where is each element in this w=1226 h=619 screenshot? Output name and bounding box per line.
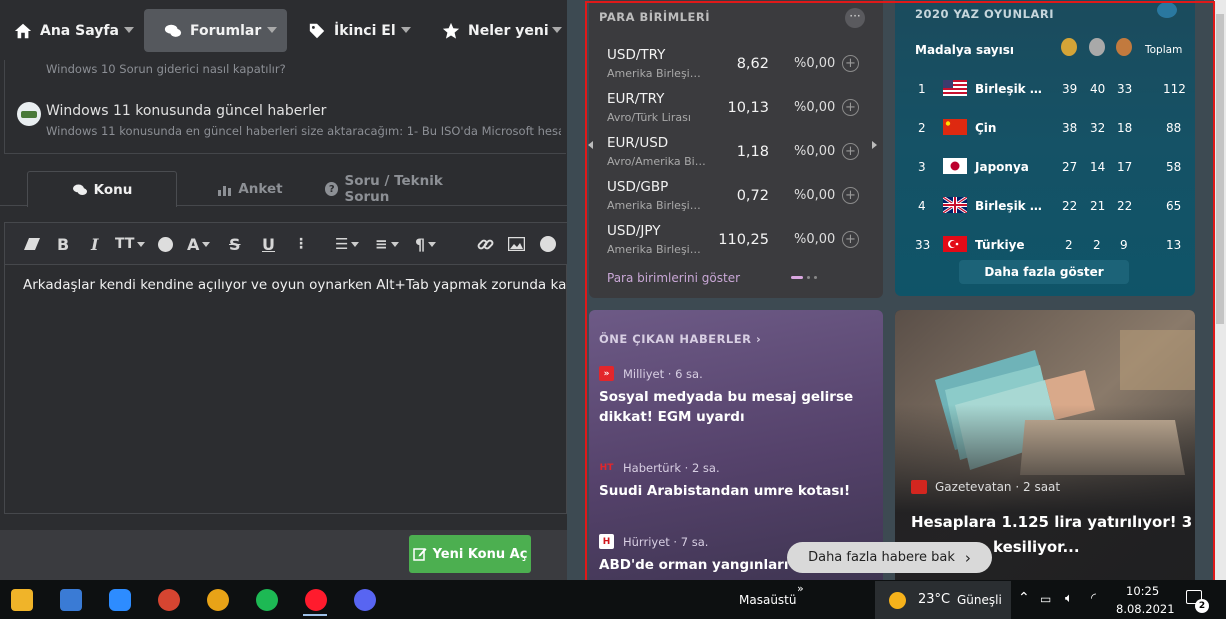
weather-widget-button[interactable]: 23°C Güneşli (875, 581, 1011, 619)
eraser-icon[interactable] (23, 234, 41, 254)
chevron-down-icon[interactable] (124, 27, 134, 33)
new-thread-button[interactable]: Yeni Konu Aç (409, 535, 531, 573)
chevron-down-icon[interactable] (267, 27, 277, 33)
tab-anket-label: Anket (238, 181, 283, 197)
tab-anket[interactable]: Anket (200, 171, 300, 207)
paragraph-icon[interactable]: ¶ (415, 234, 437, 254)
link-icon[interactable] (477, 234, 494, 254)
comments-icon (72, 184, 87, 195)
thread-type-tabs: Konu Anket ? Soru / Teknik Sorun (0, 168, 567, 207)
similar-threads-list: Windows 10 Sorun giderici nasıl kapatılı… (4, 60, 566, 154)
zoom-icon[interactable] (109, 589, 131, 611)
nav-forums-label: Forumlar (190, 22, 262, 39)
edit-icon (412, 548, 427, 561)
chevron-down-icon[interactable] (552, 27, 562, 33)
editor-toolbar: B I TT A S U ⋮ ☰ ≡ ¶ (5, 223, 568, 265)
chevron-up-icon[interactable]: ⌃ (1018, 590, 1030, 606)
thread-subtitle[interactable]: Windows 11 konusunda en güncel haberleri… (46, 124, 561, 138)
question-circle-icon: ? (325, 182, 339, 196)
font-icon[interactable]: A (187, 234, 211, 254)
clock-time[interactable]: 10:25 (1126, 584, 1159, 598)
palette-icon[interactable] (158, 234, 173, 254)
comments-icon (164, 24, 182, 37)
nav-home[interactable]: Ana Sayfa (14, 9, 139, 52)
avatar[interactable] (17, 102, 41, 126)
sun-icon (889, 592, 906, 609)
opera-icon[interactable] (305, 589, 327, 611)
strikethrough-icon[interactable]: S (229, 234, 241, 254)
message-editor: B I TT A S U ⋮ ☰ ≡ ¶ Arkadaşlar kendi ke… (4, 222, 622, 514)
bar-chart-icon (218, 185, 232, 196)
chevron-down-icon[interactable] (401, 27, 411, 33)
text-size-icon[interactable]: TT (115, 234, 146, 254)
notification-badge: 2 (1195, 599, 1209, 613)
weather-text: Güneşli (957, 593, 1002, 607)
tab-konu[interactable]: Konu (27, 171, 177, 207)
file-explorer-icon[interactable] (11, 589, 33, 611)
smile-icon[interactable] (540, 234, 556, 254)
store-icon[interactable] (60, 589, 82, 611)
nav-home-label: Ana Sayfa (40, 22, 119, 39)
nav-second-hand-label: İkinci El (334, 22, 396, 39)
bold-icon[interactable]: B (57, 234, 69, 254)
ccleaner-icon[interactable] (158, 589, 180, 611)
align-icon[interactable]: ≡ (375, 234, 399, 254)
nav-whats-new[interactable]: Neler yeni (442, 9, 567, 52)
tab-soru-teknik[interactable]: ? Soru / Teknik Sorun (325, 171, 487, 207)
active-app-indicator (303, 614, 327, 616)
tag-icon (309, 23, 325, 38)
new-thread-label: Yeni Konu Aç (432, 546, 528, 562)
screen: { "nav": { "items": [ {"label": "Ana Say… (0, 0, 1226, 619)
highlight-rectangle (585, 1, 1215, 582)
forum-navbar: Ana Sayfa Forumlar İkinci El Neler yeni (0, 0, 567, 60)
network-icon[interactable]: ◜ (1091, 591, 1096, 606)
list-icon[interactable]: ☰ (335, 234, 360, 254)
image-icon[interactable] (508, 234, 525, 254)
clock-date[interactable]: 8.08.2021 (1116, 602, 1175, 616)
weather-temp: 23°C (918, 592, 951, 607)
spotify-icon[interactable] (256, 589, 278, 611)
tab-konu-label: Konu (93, 181, 133, 198)
tab-soru-label: Soru / Teknik Sorun (344, 173, 443, 205)
thread-subtitle[interactable]: Windows 10 Sorun giderici nasıl kapatılı… (46, 62, 561, 76)
ime-icon[interactable]: ▭ (1040, 592, 1051, 606)
editor-content[interactable]: Arkadaşlar kendi kendine açılıyor ve oyu… (23, 277, 622, 293)
scrollbar-thumb[interactable] (1216, 14, 1224, 324)
nav-forums[interactable]: Forumlar (144, 9, 287, 52)
underline-icon[interactable]: U (262, 234, 275, 254)
nav-second-hand[interactable]: İkinci El (308, 9, 413, 52)
more-vertical-icon[interactable]: ⋮ (294, 234, 308, 254)
thread-title[interactable]: Windows 11 konusunda güncel haberler (46, 103, 326, 119)
desktop-label[interactable]: Masaüstü (739, 593, 796, 607)
discord-icon[interactable] (354, 589, 376, 611)
chevron-right-double-icon[interactable]: » (797, 582, 804, 595)
chrome-canary-icon[interactable] (207, 589, 229, 611)
speaker-icon[interactable]: 🔈︎ (1065, 591, 1073, 606)
star-icon (442, 22, 460, 39)
home-icon (14, 23, 32, 38)
italic-icon[interactable]: I (91, 234, 98, 254)
nav-whats-new-label: Neler yeni (468, 22, 549, 39)
